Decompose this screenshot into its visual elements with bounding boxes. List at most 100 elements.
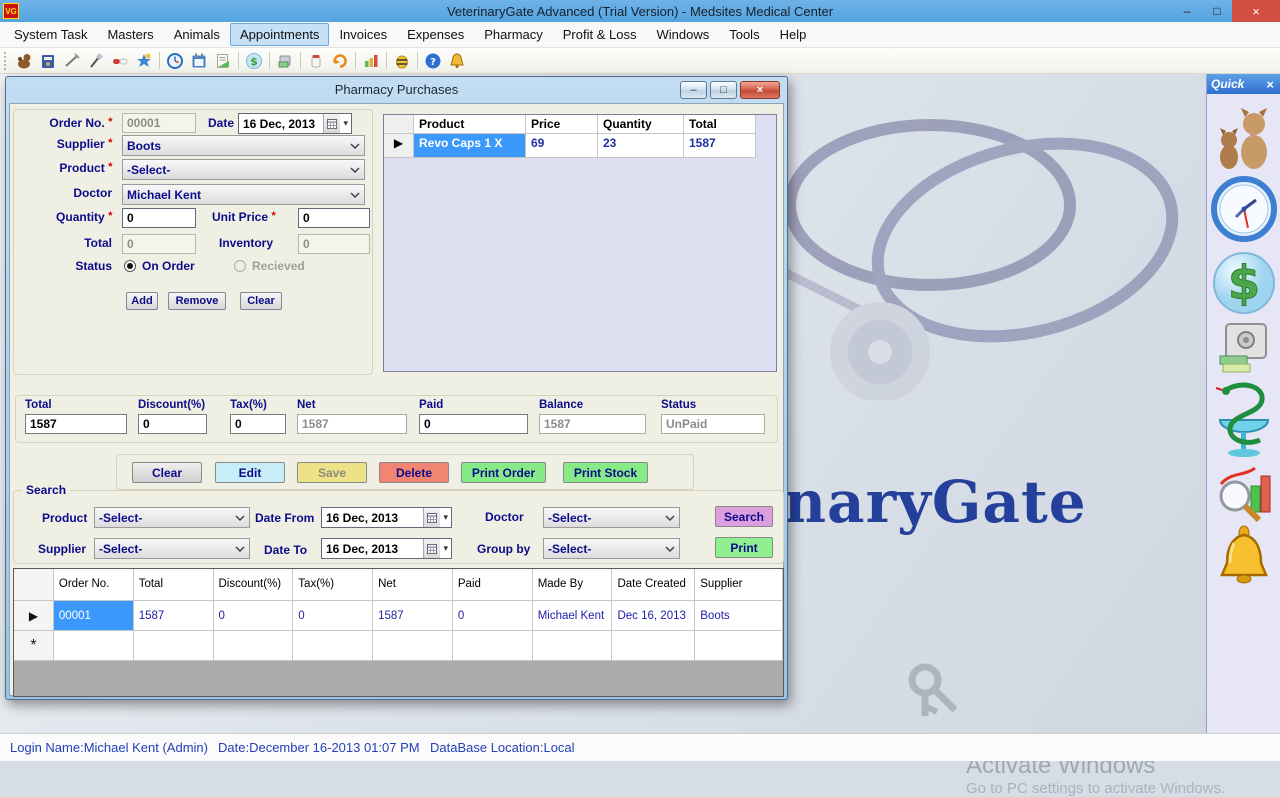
cleanup-bell-icon[interactable] (445, 50, 469, 72)
chevron-down-icon[interactable]: ▾ (440, 512, 451, 523)
menu-system-task[interactable]: System Task (4, 23, 97, 46)
totals-total-field[interactable]: 1587 (25, 414, 127, 434)
grid-cell-empty[interactable] (695, 631, 783, 661)
menu-windows[interactable]: Windows (646, 23, 719, 46)
quick-close-icon[interactable]: × (1266, 77, 1280, 92)
lab-icon[interactable] (84, 50, 108, 72)
calendar-picker-icon[interactable] (323, 114, 340, 133)
add-button[interactable]: Add (126, 292, 158, 310)
edit-button[interactable]: Edit (215, 462, 285, 483)
calendar-picker-icon[interactable] (423, 539, 440, 558)
grid-cell-total[interactable]: 1587 (684, 134, 756, 158)
group-by-dropdown[interactable]: -Select- (543, 538, 680, 559)
menu-pharmacy[interactable]: Pharmacy (474, 23, 553, 46)
clear-items-button[interactable]: Clear (240, 292, 282, 310)
search-button[interactable]: Search (715, 506, 773, 527)
grid-cell-empty[interactable] (373, 631, 453, 661)
grid-cell-empty[interactable] (54, 631, 134, 661)
animals-icon[interactable] (12, 50, 36, 72)
grid-cell-date-created[interactable]: Dec 16, 2013 (612, 601, 695, 631)
toolbar-grip[interactable] (4, 52, 8, 70)
reports-icon[interactable] (359, 50, 383, 72)
grid-header-price[interactable]: Price (526, 115, 598, 134)
search-product-dropdown[interactable]: -Select- (94, 507, 250, 528)
grid-header-made-by[interactable]: Made By (533, 569, 613, 601)
grid-header-supplier[interactable]: Supplier (695, 569, 783, 601)
grid-header-discount[interactable]: Discount(%) (214, 569, 294, 601)
grid-data-row[interactable]: ▶ 00001 1587 0 0 1587 0 Michael Kent Dec… (14, 601, 783, 631)
grid-cell-empty[interactable] (134, 631, 214, 661)
grid-new-row[interactable]: * (14, 631, 783, 661)
doctor-dropdown[interactable]: Michael Kent (122, 184, 365, 205)
remove-button[interactable]: Remove (168, 292, 226, 310)
invoice-icon[interactable] (211, 50, 235, 72)
menu-expenses[interactable]: Expenses (397, 23, 474, 46)
grid-cell-order-no[interactable]: 00001 (54, 601, 134, 631)
dialog-close-button[interactable]: × (740, 81, 780, 99)
chevron-down-icon[interactable]: ▾ (440, 543, 451, 554)
delete-button[interactable]: Delete (379, 462, 449, 483)
quantity-field[interactable]: 0 (122, 208, 196, 228)
totals-paid-field[interactable]: 0 (419, 414, 528, 434)
pets-icon[interactable] (1216, 102, 1272, 172)
main-titlebar[interactable]: VG VeterinaryGate Advanced (Trial Versio… (0, 0, 1280, 22)
date-field[interactable]: 16 Dec, 2013 ▾ (238, 113, 352, 134)
calendar-picker-icon[interactable] (423, 508, 440, 527)
row-selector-icon[interactable]: ▶ (384, 134, 414, 158)
menu-tools[interactable]: Tools (719, 23, 769, 46)
clear-button[interactable]: Clear (132, 462, 202, 483)
grid-cell-empty[interactable] (214, 631, 294, 661)
grid-cell-net[interactable]: 1587 (373, 601, 453, 631)
grid-cell-total[interactable]: 1587 (134, 601, 214, 631)
grid-cell-tax[interactable]: 0 (293, 601, 373, 631)
minimize-button[interactable]: – (1172, 0, 1202, 22)
grid-header-order-no[interactable]: Order No. (54, 569, 134, 601)
menu-appointments[interactable]: Appointments (230, 23, 330, 46)
chevron-down-icon[interactable]: ▾ (340, 118, 351, 129)
quick-panel-header[interactable]: Quick × (1207, 74, 1280, 94)
pharmacy-icon[interactable] (1214, 378, 1274, 462)
grid-cell-supplier[interactable]: Boots (695, 601, 783, 631)
purchases-icon[interactable] (304, 50, 328, 72)
grid-header-tax[interactable]: Tax(%) (293, 569, 373, 601)
grid-cell-empty[interactable] (453, 631, 533, 661)
calendar-icon[interactable] (187, 50, 211, 72)
grid-cell-price[interactable]: 69 (526, 134, 598, 158)
grid-cell-made-by[interactable]: Michael Kent (533, 601, 613, 631)
date-from-field[interactable]: 16 Dec, 2013 ▾ (321, 507, 452, 528)
grid-header-total[interactable]: Total (134, 569, 214, 601)
print-button[interactable]: Print (715, 537, 773, 558)
grid-cell-discount[interactable]: 0 (214, 601, 294, 631)
clock-icon[interactable] (163, 50, 187, 72)
medicine-icon[interactable] (108, 50, 132, 72)
reports-icon[interactable] (1215, 462, 1273, 524)
print-order-button[interactable]: Print Order (461, 462, 546, 483)
supplier-dropdown[interactable]: Boots (122, 135, 365, 156)
totals-tax-field[interactable]: 0 (230, 414, 286, 434)
unit-price-field[interactable]: 0 (298, 208, 370, 228)
alerts-icon[interactable] (390, 50, 414, 72)
menu-profit-loss[interactable]: Profit & Loss (553, 23, 647, 46)
search-doctor-dropdown[interactable]: -Select- (543, 507, 680, 528)
refresh-icon[interactable] (328, 50, 352, 72)
grid-cell-product[interactable]: Revo Caps 1 X (414, 134, 526, 158)
expenses-icon[interactable] (273, 50, 297, 72)
on-order-radio[interactable] (124, 260, 136, 272)
help-icon[interactable]: ? (421, 50, 445, 72)
print-stock-button[interactable]: Print Stock (563, 462, 648, 483)
restore-button[interactable]: □ (1202, 0, 1232, 22)
grid-cell-empty[interactable] (533, 631, 613, 661)
search-supplier-dropdown[interactable]: -Select- (94, 538, 250, 559)
menu-invoices[interactable]: Invoices (329, 23, 397, 46)
grid-cell-empty[interactable] (612, 631, 695, 661)
reminder-bell-icon[interactable] (1217, 524, 1271, 588)
grid-cell-quantity[interactable]: 23 (598, 134, 684, 158)
grid-data-row[interactable]: ▶ Revo Caps 1 X 69 23 1587 (384, 134, 776, 158)
clock-icon[interactable] (1211, 172, 1277, 246)
grid-header-paid[interactable]: Paid (453, 569, 533, 601)
grid-header-quantity[interactable]: Quantity (598, 115, 684, 134)
grid-header-total[interactable]: Total (684, 115, 756, 134)
row-selector-icon[interactable]: ▶ (14, 601, 54, 631)
surgery-icon[interactable] (60, 50, 84, 72)
safe-icon[interactable] (1216, 320, 1272, 378)
